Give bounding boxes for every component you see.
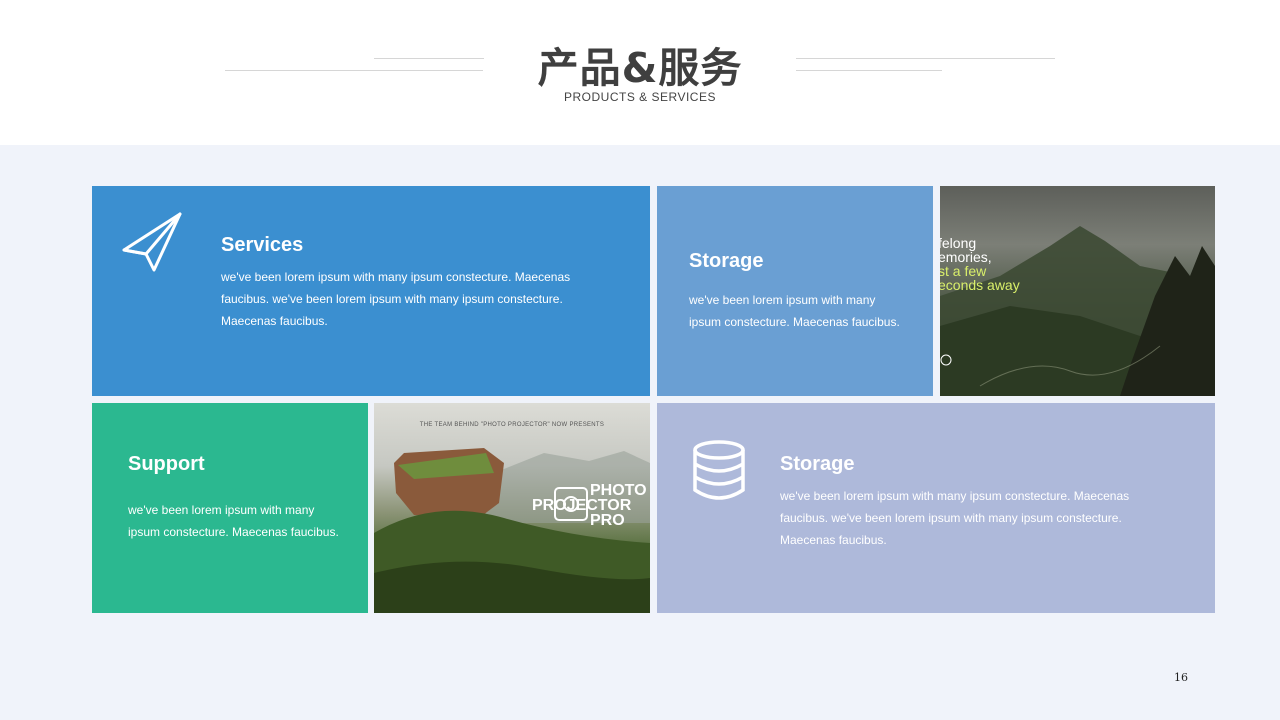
mountain-caption-line: felong — [940, 235, 977, 251]
services-card: Services we've been lorem ipsum with man… — [92, 186, 650, 396]
logo-line: PRO — [590, 512, 625, 529]
mountain-photo: felong emories, st a few econds away — [940, 186, 1215, 396]
camera-icon — [554, 487, 588, 521]
mountain-caption-line: econds away — [940, 277, 1020, 293]
logo-line: PROJECTOR — [532, 497, 632, 514]
mountain-caption-line: st a few — [940, 263, 987, 279]
header: 产品&服务 PRODUCTS & SERVICES — [0, 0, 1280, 145]
mountain-caption-line: emories, — [940, 249, 992, 265]
paper-plane-icon — [120, 210, 184, 274]
storage-card-top: Storage we've been lorem ipsum with many… — [657, 186, 933, 396]
support-text: we've been lorem ipsum with many ipsum c… — [128, 503, 339, 539]
logo-line: PHOTO — [590, 482, 647, 499]
services-title: Services — [221, 234, 304, 256]
page-subtitle: PRODUCTS & SERVICES — [564, 90, 716, 104]
photo-projector-logo: PHOTO PROJECTOR PRO — [532, 482, 650, 529]
rock-photo: THE TEAM BEHIND "PHOTO PROJECTOR" NOW PR… — [374, 403, 650, 613]
rock-photo-caption: THE TEAM BEHIND "PHOTO PROJECTOR" NOW PR… — [419, 422, 605, 428]
page-number: 16 — [1174, 671, 1188, 684]
support-card: Support we've been lorem ipsum with many… — [92, 403, 368, 613]
database-icon — [692, 440, 746, 502]
storage-card-bottom: Storage we've been lorem ipsum with many… — [657, 403, 1215, 613]
storage-top-title: Storage — [689, 250, 764, 272]
support-title: Support — [128, 453, 205, 475]
services-text: we've been lorem ipsum with many ipsum c… — [221, 270, 571, 328]
storage-top-text: we've been lorem ipsum with many ipsum c… — [689, 293, 900, 329]
storage-bottom-text: we've been lorem ipsum with many ipsum c… — [780, 489, 1130, 547]
page-title: 产品&服务 — [537, 44, 743, 92]
storage-bottom-title: Storage — [780, 453, 855, 475]
mountain-photo-caption: felong emories, st a few econds away — [940, 236, 1020, 292]
